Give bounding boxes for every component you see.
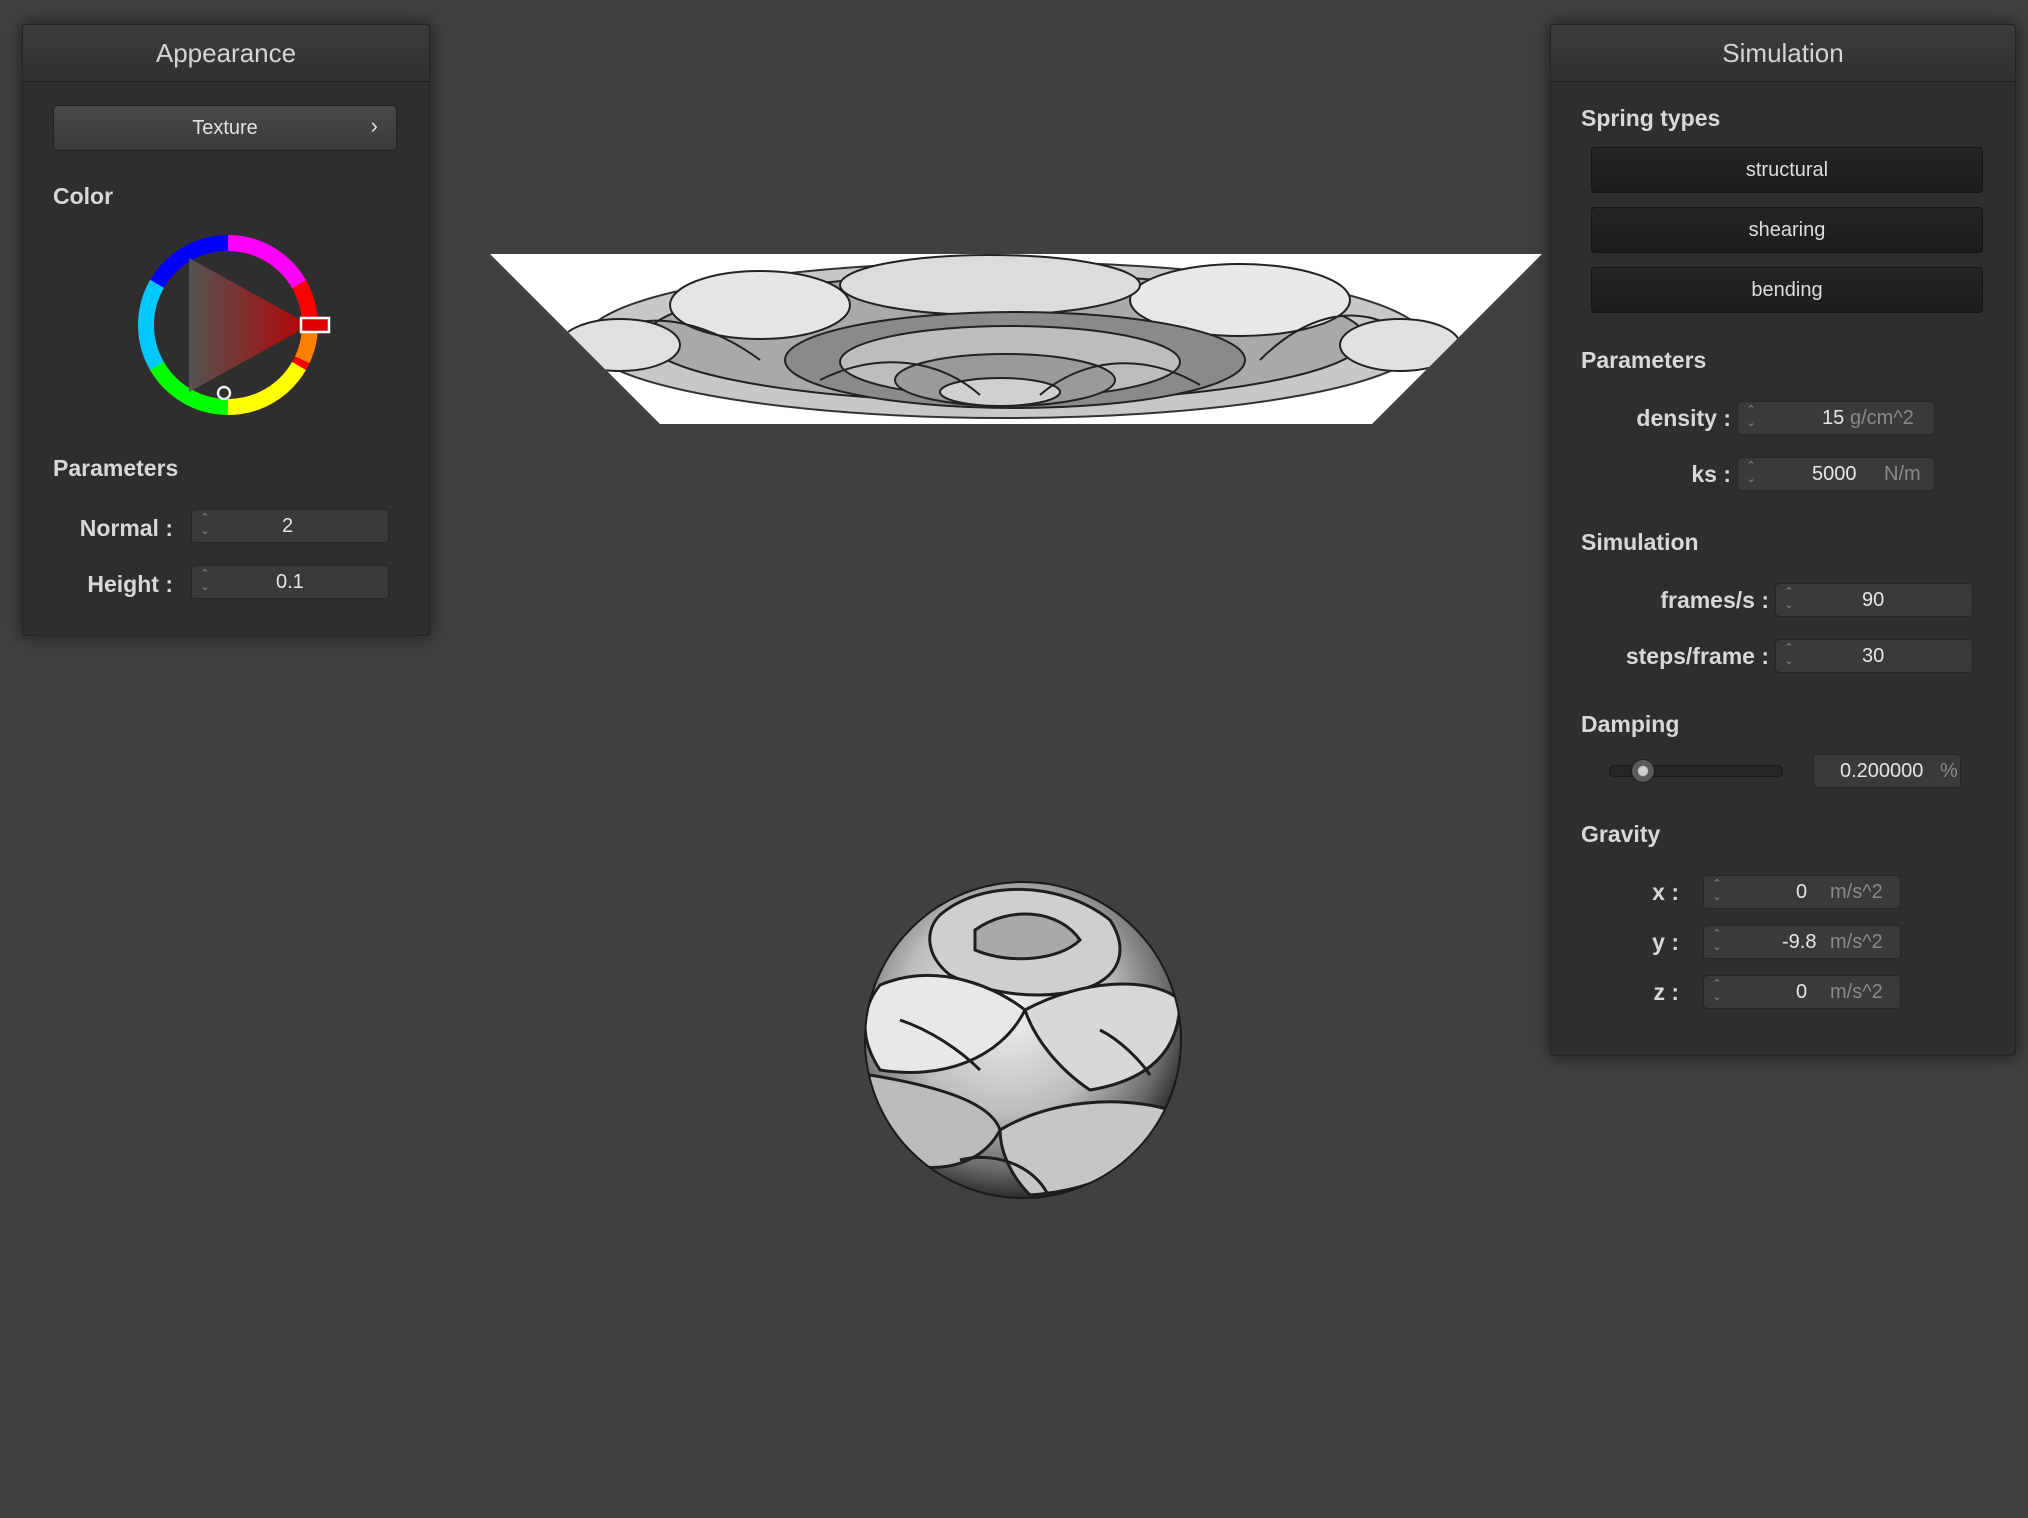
gravity-y-label: y : [1652,929,1679,955]
gravity-z-input[interactable]: ⌃ ⌄ 0 m/s^2 [1703,975,1901,1009]
appearance-panel: Appearance Texture › Color Parameters No… [22,24,430,636]
density-value: 15 [1822,407,1845,429]
height-input[interactable]: ⌃ ⌄ 0.1 [191,565,389,599]
spinner-arrows-icon[interactable]: ⌃ ⌄ [1782,642,1796,670]
damping-value: 0.200000 [1840,760,1924,782]
spinner-arrows-icon[interactable]: ⌃ ⌄ [1710,928,1724,956]
cloth-mesh [490,254,1542,424]
spinner-arrows-icon[interactable]: ⌃ ⌄ [1744,460,1758,488]
damping-input[interactable]: 0.200000 % [1813,754,1961,788]
damping-unit: % [1940,760,1958,782]
color-section-label: Color [53,183,114,209]
gravity-y-value: -9.8 [1782,931,1817,953]
texture-button[interactable]: Texture › [53,105,397,151]
height-label: Height : [87,571,173,597]
simulation-panel-title[interactable]: Simulation [1551,25,2015,82]
spinner-arrows-icon[interactable]: ⌃ ⌄ [1782,586,1796,614]
damping-slider-handle[interactable] [1631,759,1655,783]
density-input[interactable]: ⌃ ⌄ 15 g/cm^2 [1737,401,1935,435]
bending-button[interactable]: bending [1591,267,1983,313]
fps-input[interactable]: ⌃ ⌄ 90 [1775,583,1973,617]
steps-label: steps/frame : [1625,643,1769,669]
hue-selector-handle [299,316,331,334]
color-wheel[interactable] [138,230,338,430]
gravity-label: Gravity [1581,821,1661,847]
density-unit: g/cm^2 [1850,407,1914,429]
simulation-section-label: Simulation [1581,529,1699,555]
spring-types-label: Spring types [1581,105,1721,131]
normal-value: 2 [282,515,294,537]
fps-value: 90 [1862,589,1885,611]
gravity-x-value: 0 [1796,881,1808,903]
color-picker-marker [216,385,232,401]
ks-value: 5000 [1812,463,1857,485]
density-label: density : [1636,405,1731,431]
spinner-arrows-icon[interactable]: ⌃ ⌄ [1710,878,1724,906]
sim-parameters-label: Parameters [1581,347,1707,373]
damping-label: Damping [1581,711,1680,737]
structural-button[interactable]: structural [1591,147,1983,193]
steps-input[interactable]: ⌃ ⌄ 30 [1775,639,1973,673]
gravity-z-value: 0 [1796,981,1808,1003]
normal-label: Normal : [79,515,173,541]
spinner-arrows-icon[interactable]: ⌃ ⌄ [1710,978,1724,1006]
height-value: 0.1 [276,571,304,593]
ks-input[interactable]: ⌃ ⌄ 5000 N/m [1737,457,1935,491]
texture-button-label: Texture [192,117,258,139]
gravity-z-label: z : [1653,979,1679,1005]
gravity-y-input[interactable]: ⌃ ⌄ -9.8 m/s^2 [1703,925,1901,959]
chevron-right-icon: › [370,113,378,138]
gravity-z-unit: m/s^2 [1830,981,1883,1003]
shearing-button[interactable]: shearing [1591,207,1983,253]
simulation-panel: Simulation Spring types structural shear… [1550,24,2016,1056]
spinner-arrows-icon[interactable]: ⌃ ⌄ [198,568,212,596]
gravity-x-unit: m/s^2 [1830,881,1883,903]
ks-unit: N/m [1884,463,1921,485]
normal-input[interactable]: ⌃ ⌄ 2 [191,509,389,543]
steps-value: 30 [1862,645,1885,667]
gravity-x-label: x : [1652,879,1679,905]
gravity-x-input[interactable]: ⌃ ⌄ 0 m/s^2 [1703,875,1901,909]
appearance-parameters-label: Parameters [53,455,179,481]
fps-label: frames/s : [1660,587,1769,613]
spinner-arrows-icon[interactable]: ⌃ ⌄ [198,512,212,540]
gravity-y-unit: m/s^2 [1830,931,1883,953]
appearance-panel-title[interactable]: Appearance [23,25,429,82]
ks-label: ks : [1691,461,1731,487]
spinner-arrows-icon[interactable]: ⌃ ⌄ [1744,404,1758,432]
sphere-mesh [864,881,1182,1199]
